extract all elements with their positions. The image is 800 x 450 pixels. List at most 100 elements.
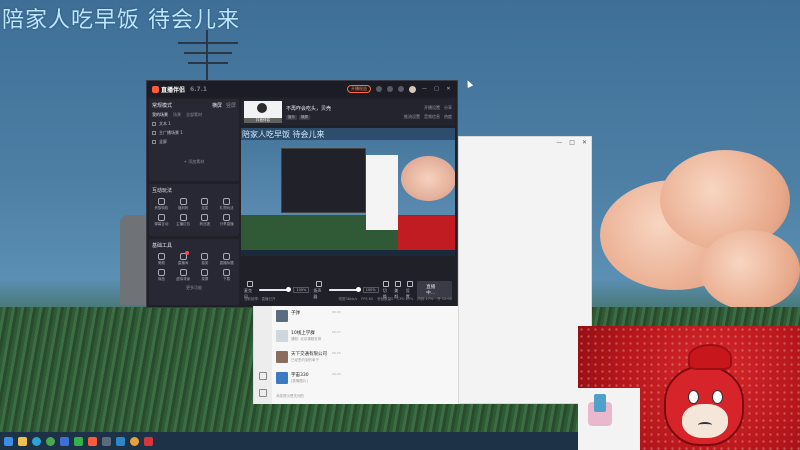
record-icon <box>201 269 209 276</box>
app-name: 直播伴侣 <box>161 86 186 94</box>
source-item[interactable]: 主广播场景 1 <box>152 130 236 136</box>
close-button[interactable]: ✕ <box>582 139 587 147</box>
beauty-icon <box>394 280 401 287</box>
mic-volume-value: 100% <box>293 287 310 293</box>
grid-item[interactable]: 粉丝团 <box>196 214 215 227</box>
room-title[interactable]: 不再咋会吃头，贝壳 <box>286 105 331 112</box>
grid-item[interactable]: 弹幕互动 <box>152 214 171 227</box>
tab-scenes[interactable]: 场景 <box>173 112 181 118</box>
wechat-icon[interactable] <box>74 436 83 446</box>
stream-settings-link[interactable]: 推流设置 <box>404 114 420 120</box>
mic-icon <box>246 280 253 287</box>
message-icon[interactable] <box>376 86 382 92</box>
checkbox[interactable] <box>152 122 156 126</box>
mascot-head <box>664 366 744 446</box>
share-icon <box>223 214 231 221</box>
stream-overlay-title: 陪家人吃早饭 待会儿来 <box>2 8 240 33</box>
chrome-icon[interactable] <box>46 436 55 446</box>
mic-volume-slider[interactable] <box>259 287 292 292</box>
scene-panel: 常规模式 横屏 竖屏 我的场景 场景 全部素材 文本 1 主广播场景 1 全屏 … <box>149 99 239 181</box>
speaker-volume-value: 100% <box>362 287 379 293</box>
grid-item[interactable]: 直播间 <box>174 251 193 266</box>
checkbox[interactable] <box>152 131 156 135</box>
tab-my-scenes[interactable]: 我的场景 <box>152 112 168 118</box>
chat-avatar <box>276 372 288 384</box>
share-link[interactable]: 分享 <box>444 105 452 111</box>
app-titlebar[interactable]: 直播伴侣 6.7.1 开播权益 — □ ✕ <box>147 81 457 97</box>
cart-icon <box>157 269 165 276</box>
list-item[interactable]: 子弹 06:29 <box>276 310 341 330</box>
avatar <box>257 103 267 113</box>
add-source-button[interactable]: + 添加素材 <box>152 159 236 165</box>
more-features-button[interactable]: 更多功能 <box>152 285 236 291</box>
list-footer: 消息提示是关闭的 <box>276 394 304 398</box>
chat-list-window[interactable]: 子弹 06:29 10线上学群 通知: 北京课程安排 06:27 天下交通有限公司… <box>253 306 458 404</box>
coupon-icon <box>179 198 187 205</box>
grid-item[interactable]: 福利码 <box>174 198 193 211</box>
edge-icon[interactable] <box>32 436 41 446</box>
grid-item[interactable]: 抽奖 <box>196 253 215 266</box>
app-version: 6.7.1 <box>190 85 208 93</box>
tab-all-sources[interactable]: 全部素材 <box>186 112 202 118</box>
app-icon[interactable] <box>144 436 153 446</box>
streaming-app-window[interactable]: 直播伴侣 6.7.1 开播权益 — □ ✕ 常规模式 横屏 竖屏 我的场景 场景… <box>146 80 458 308</box>
app-icon[interactable] <box>130 436 139 446</box>
chat-icon[interactable] <box>259 372 267 380</box>
grid-item[interactable]: 分享直播 <box>217 214 236 227</box>
streaming-app-icon[interactable] <box>88 436 97 446</box>
preview-nested-window <box>281 148 366 213</box>
app-icon[interactable] <box>116 436 125 446</box>
grid-item[interactable]: 连麦 <box>196 198 215 211</box>
grid-item[interactable]: 虚拟背景 <box>174 269 193 282</box>
source-item[interactable]: 文本 1 <box>152 121 236 127</box>
grid-item[interactable]: 下载 <box>217 269 236 282</box>
popularity-link[interactable]: 热度 <box>444 114 452 120</box>
list-item[interactable]: 宇宙330 [表情图片] 06:24 <box>276 372 341 392</box>
grid-item[interactable]: 贵族特权 <box>152 198 171 211</box>
grid-item[interactable]: 直播标题 <box>217 253 236 266</box>
room-thumbnail[interactable]: 抖音伴侣 <box>244 101 282 123</box>
audio-info-link[interactable]: 音频信息 <box>424 114 440 120</box>
minimize-button[interactable]: — <box>421 86 428 93</box>
tools-panel: 基础工具 美颜 直播间 抽奖 直播标题 商品 虚拟背景 录屏 下载 更多功能 <box>149 239 239 305</box>
file-explorer-icon[interactable] <box>18 436 27 446</box>
room-tag[interactable]: 横屏 <box>299 114 310 120</box>
status-time: 开 12:00 <box>437 296 452 301</box>
tab-landscape[interactable]: 横屏 <box>212 102 222 109</box>
background-icon <box>179 269 187 276</box>
grid-item[interactable]: 商品 <box>152 269 171 282</box>
speaker-icon <box>316 280 322 287</box>
list-item[interactable]: 天下交通有限公司 已经签约到的单子 06:25 <box>276 351 341 371</box>
grid-item[interactable]: 主播红包 <box>174 214 193 227</box>
windows-start-icon[interactable] <box>4 436 13 446</box>
menu-icon[interactable] <box>259 389 267 397</box>
status-bar: 当前帧率：直播已开 带宽38kb/s FPS 60 丢帧数量0 CPU 27% … <box>241 295 455 303</box>
maximize-button[interactable]: □ <box>433 86 440 93</box>
speaker-volume-slider[interactable] <box>328 287 361 292</box>
app-icon[interactable] <box>60 436 69 446</box>
minimize-button[interactable]: — <box>556 139 562 147</box>
source-item[interactable]: 全屏 <box>152 139 236 145</box>
maximize-button[interactable]: □ <box>569 139 575 147</box>
live-settings-link[interactable]: 开播设置 <box>424 105 440 111</box>
grid-item[interactable]: 礼物玩法 <box>217 198 236 211</box>
crown-icon <box>157 198 165 205</box>
settings-icon[interactable] <box>102 436 111 446</box>
avatar[interactable] <box>409 85 416 93</box>
headset-icon[interactable] <box>387 86 393 92</box>
grid-item[interactable]: 美颜 <box>152 253 171 266</box>
mascot-muzzle <box>682 404 728 438</box>
checkbox[interactable] <box>152 140 156 144</box>
tab-portrait[interactable]: 竖屏 <box>226 102 236 109</box>
benefits-pill[interactable]: 开播权益 <box>347 85 371 93</box>
grid-item[interactable]: 录屏 <box>196 269 215 282</box>
gear-icon[interactable] <box>398 86 404 92</box>
scene-mode-dropdown[interactable]: 常规模式 <box>152 102 172 109</box>
room-tag[interactable]: 娱乐 <box>286 114 297 120</box>
gift-icon <box>223 198 231 205</box>
stream-preview[interactable]: 陪家人吃早饭 待会儿来 <box>241 128 455 278</box>
list-item[interactable]: 10线上学群 通知: 北京课程安排 06:27 <box>276 330 341 350</box>
close-button[interactable]: ✕ <box>445 86 452 93</box>
interaction-panel: 互动玩法 贵族特权 福利码 连麦 礼物玩法 弹幕互动 主播红包 粉丝团 分享直播 <box>149 184 239 236</box>
blank-window[interactable]: — □ ✕ <box>458 136 592 404</box>
